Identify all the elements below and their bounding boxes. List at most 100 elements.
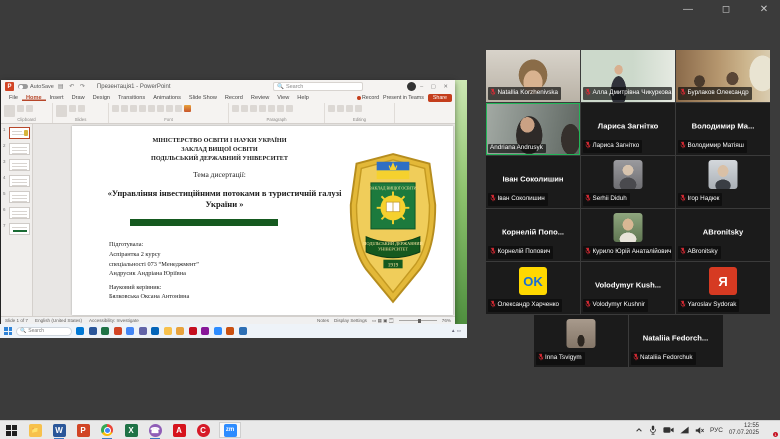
participant-tile[interactable]: Volodymyr Kush...Volodymyr Kushnir [581, 262, 675, 314]
tray-expand-icon[interactable] [635, 426, 643, 434]
presenter-app-icon-1[interactable] [76, 327, 84, 335]
network-tray-icon[interactable] [680, 426, 689, 434]
participant-tile[interactable]: Inna Tsvigym [534, 315, 628, 367]
ribbon-tab-file[interactable]: File [5, 95, 22, 101]
display-settings-button[interactable]: Display Settings [334, 318, 367, 323]
slide[interactable]: МІНІСТЕРСТВО ОСВІТИ І НАУКИ УКРАЇНИ ЗАКЛ… [72, 126, 453, 315]
microphone-tray-icon[interactable] [649, 425, 657, 435]
camera-tray-icon[interactable] [663, 426, 674, 434]
zoom-slider[interactable] [399, 320, 437, 321]
participant-tile[interactable]: Корнелій Попо...Корнелій Попович [486, 209, 580, 261]
chrome-taskbar-icon[interactable] [100, 423, 114, 437]
slide-thumbnail-5[interactable]: 5 [3, 191, 30, 203]
participant-tile[interactable]: Nataliia Fedorch...Nataliia Fedorchuk [629, 315, 723, 367]
slide-thumbnail-4[interactable]: 4 [3, 175, 30, 187]
slide-thumbnail-2[interactable]: 2 [3, 143, 30, 155]
presenter-app-icon-12[interactable] [214, 327, 222, 335]
autosave-toggle[interactable]: AutoSave [18, 84, 54, 90]
acrobat-taskbar-icon[interactable]: A [172, 423, 186, 437]
zoom-percent[interactable]: 76% [442, 318, 451, 323]
muted-mic-icon [680, 141, 686, 151]
slide-thumbnail-panel[interactable]: 1 2 3 4 5 6 7 [1, 124, 33, 316]
slide-thumbnail-3[interactable]: 3 [3, 159, 30, 171]
participant-tile[interactable]: Курило Юрій Анаталійович [581, 209, 675, 261]
participant-tile[interactable]: ABronitskyABronitsky [676, 209, 770, 261]
search-box[interactable]: 🔍 Search [273, 82, 363, 91]
powerpoint-taskbar-icon[interactable]: P [76, 423, 90, 437]
ribbon-tab-help[interactable]: Help [293, 95, 313, 101]
participant-tile[interactable]: Serhii Diduh [581, 156, 675, 208]
language-indicator[interactable]: РУС [710, 427, 723, 434]
ribbon-tab-slide-show[interactable]: Slide Show [185, 95, 221, 101]
participant-tile[interactable]: Ігор Надюк [676, 156, 770, 208]
present-in-teams-button[interactable]: Present in Teams [383, 95, 424, 101]
minimize-icon[interactable]: — [680, 4, 696, 15]
ribbon-group-font[interactable]: Font [109, 103, 229, 123]
ribbon-tab-view[interactable]: View [273, 95, 293, 101]
slide-thumbnail-6[interactable]: 6 [3, 207, 30, 219]
ribbon-tab-insert[interactable]: Insert [46, 95, 68, 101]
ribbon-tab-transitions[interactable]: Transitions [114, 95, 149, 101]
presenter-app-icon-7[interactable] [151, 327, 159, 335]
viber-taskbar-icon[interactable]: ☎ [148, 423, 162, 437]
presenter-app-icon-4[interactable] [114, 327, 122, 335]
participant-tile[interactable]: Володимир Ма...Володимир Матіяш [676, 103, 770, 155]
presenter-app-icon-10[interactable] [189, 327, 197, 335]
presenter-app-icon-13[interactable] [226, 327, 234, 335]
file-explorer-taskbar-icon[interactable]: 📁 [28, 423, 42, 437]
presenter-app-icon-8[interactable] [164, 327, 172, 335]
participant-tile[interactable]: Іван СоколишинІван Соколишин [486, 156, 580, 208]
share-button[interactable]: Share [428, 94, 452, 102]
participant-name-tag: Inna Tsvigym [536, 352, 585, 365]
start-taskbar-icon[interactable] [4, 423, 18, 437]
ribbon-tab-draw[interactable]: Draw [68, 95, 89, 101]
slide-thumbnail-1[interactable]: 1 [3, 127, 30, 139]
ribbon-group-editing[interactable]: Editing [325, 103, 395, 123]
zoom-taskbar-icon[interactable]: zm [220, 423, 240, 437]
presenter-start-icon[interactable] [4, 327, 12, 335]
excel-taskbar-icon[interactable]: X [124, 423, 138, 437]
participant-name-tag: Yaroslav Sydorak [678, 299, 739, 312]
browser-c-taskbar-icon[interactable]: C [196, 423, 210, 437]
word-taskbar-icon[interactable]: W [52, 423, 66, 437]
ribbon-group-clipboard[interactable]: Clipboard [1, 103, 53, 123]
record-button[interactable]: Record [357, 95, 379, 101]
ribbon-tab-design[interactable]: Design [89, 95, 114, 101]
ppt-window-controls[interactable]: – ▢ ✕ [420, 84, 451, 90]
presenter-app-icon-14[interactable] [239, 327, 247, 335]
participant-tile[interactable]: Лариса ЗагніткоЛариса Загнітко [581, 103, 675, 155]
participant-tile[interactable]: Алла Дмитрівна Чикуркова [581, 50, 675, 102]
presenter-app-icon-9[interactable] [176, 327, 184, 335]
participant-avatar: OK [519, 267, 547, 295]
maximize-icon[interactable]: ◻ [718, 4, 734, 15]
ribbon-tab-home[interactable]: Home [22, 95, 46, 101]
volume-tray-icon[interactable] [695, 426, 704, 435]
presenter-app-icon-5[interactable] [126, 327, 134, 335]
close-icon[interactable]: ✕ [756, 4, 772, 15]
slide-thumbnail-7[interactable]: 7 [3, 223, 30, 235]
participant-tile[interactable]: OKОлександр Харченко [486, 262, 580, 314]
account-avatar[interactable] [407, 82, 416, 91]
ribbon-group-paragraph[interactable]: Paragraph [229, 103, 325, 123]
presenter-app-icon-11[interactable] [201, 327, 209, 335]
ribbon-tab-animations[interactable]: Animations [149, 95, 185, 101]
participant-name-tag: Natallia Korzhenivska [488, 87, 561, 100]
ribbon-group-slides[interactable]: Slides [53, 103, 109, 123]
presenter-app-icon-3[interactable] [101, 327, 109, 335]
quick-access-toolbar[interactable]: ▤ ↶ ↷ [58, 83, 87, 90]
accessibility-status[interactable]: Accessibility: Investigate [89, 318, 139, 323]
muted-mic-icon [585, 194, 591, 204]
notes-button[interactable]: Notes [317, 318, 329, 323]
presenter-search-box[interactable]: 🔍 Search [16, 327, 72, 336]
ribbon-tab-review[interactable]: Review [247, 95, 273, 101]
ribbon-tab-record[interactable]: Record [221, 95, 247, 101]
presenter-app-icon-6[interactable] [139, 327, 147, 335]
participant-tile[interactable]: Andriana Andrusyk [486, 103, 580, 155]
language-status[interactable]: English (United States) [35, 318, 82, 323]
participant-tile[interactable]: Бурлаков Олександр [676, 50, 770, 102]
taskbar-clock[interactable]: 12:55 07.07.2025 [729, 423, 759, 437]
participant-tile[interactable]: Natallia Korzhenivska [486, 50, 580, 102]
presenter-app-icon-2[interactable] [89, 327, 97, 335]
participant-tile[interactable]: ЯYaroslav Sydorak [676, 262, 770, 314]
notification-icon[interactable]: 1 [765, 425, 776, 436]
